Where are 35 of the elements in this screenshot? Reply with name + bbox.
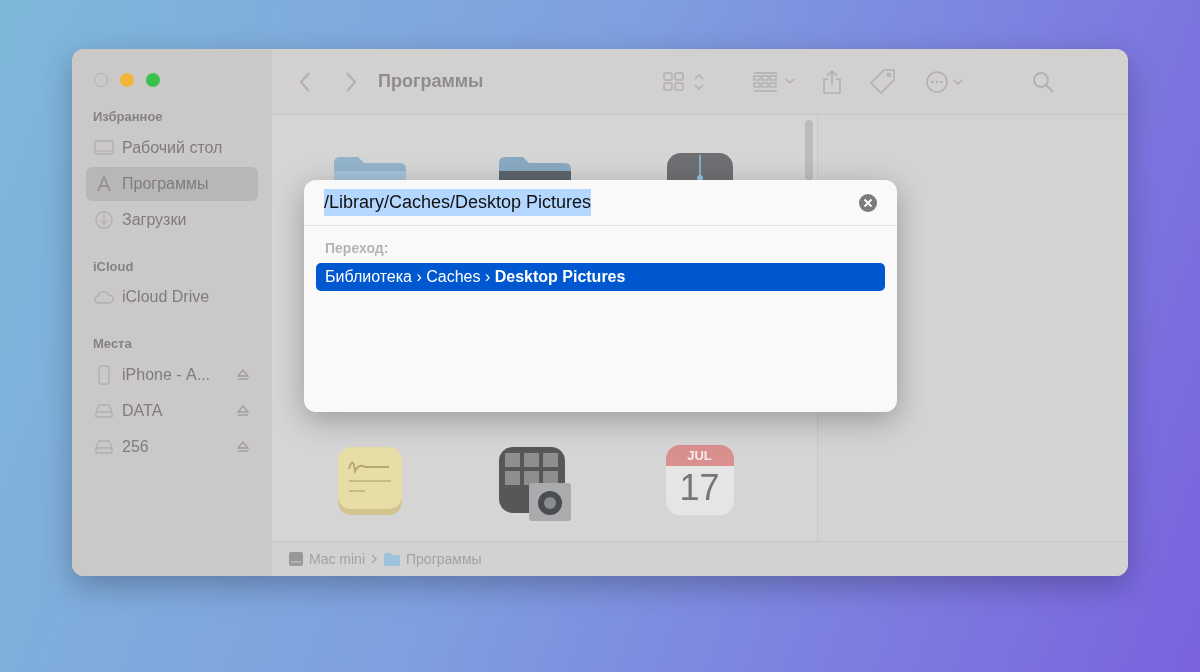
sidebar-section-title: iCloud xyxy=(92,257,135,276)
eject-icon[interactable] xyxy=(236,439,250,454)
forward-icon[interactable] xyxy=(344,70,358,93)
download-icon xyxy=(94,209,114,230)
section-label: Переход: xyxy=(325,239,389,258)
clear-icon[interactable] xyxy=(859,193,877,212)
back-icon[interactable] xyxy=(298,70,312,93)
zoom-button[interactable] xyxy=(146,73,160,87)
sidebar-item[interactable]: iPhone - А... xyxy=(86,357,258,392)
sidebar-item[interactable]: Программы xyxy=(86,166,258,201)
eject-icon[interactable] xyxy=(236,367,250,382)
calendar-month: JUL xyxy=(665,445,734,466)
sidebar-item[interactable]: iCloud Drive xyxy=(86,280,258,314)
sidebar-section-title: Места xyxy=(92,335,133,353)
share-icon[interactable] xyxy=(821,68,844,95)
window-title: Программы xyxy=(378,70,484,93)
computer-icon xyxy=(288,551,304,567)
chevron-icon xyxy=(370,554,378,564)
minimize-button[interactable] xyxy=(120,73,134,87)
folder-icon xyxy=(383,551,401,567)
suggestion-row[interactable]: Библиотека › Caches › Desktop Pictures xyxy=(316,263,885,291)
search-icon[interactable] xyxy=(1031,69,1056,94)
sidebar-section-title: Избранное xyxy=(92,108,164,126)
apps-icon xyxy=(94,173,114,194)
eject-icon[interactable] xyxy=(236,403,250,418)
sidebar-item[interactable]: Рабочий стол xyxy=(86,130,258,165)
calendar-day: 17 xyxy=(665,466,734,510)
scrollbar-thumb[interactable] xyxy=(804,120,813,180)
path-field[interactable]: /Library/Caches/Desktop Pictures xyxy=(304,180,897,226)
sidebar-item[interactable]: Загрузки xyxy=(86,202,258,237)
desktop-icon xyxy=(94,137,114,158)
tag-icon[interactable] xyxy=(869,67,898,96)
more-icon[interactable] xyxy=(925,68,966,95)
sidebar-item[interactable]: 256 xyxy=(86,429,258,464)
sidebar-item[interactable]: DATA xyxy=(86,393,258,428)
